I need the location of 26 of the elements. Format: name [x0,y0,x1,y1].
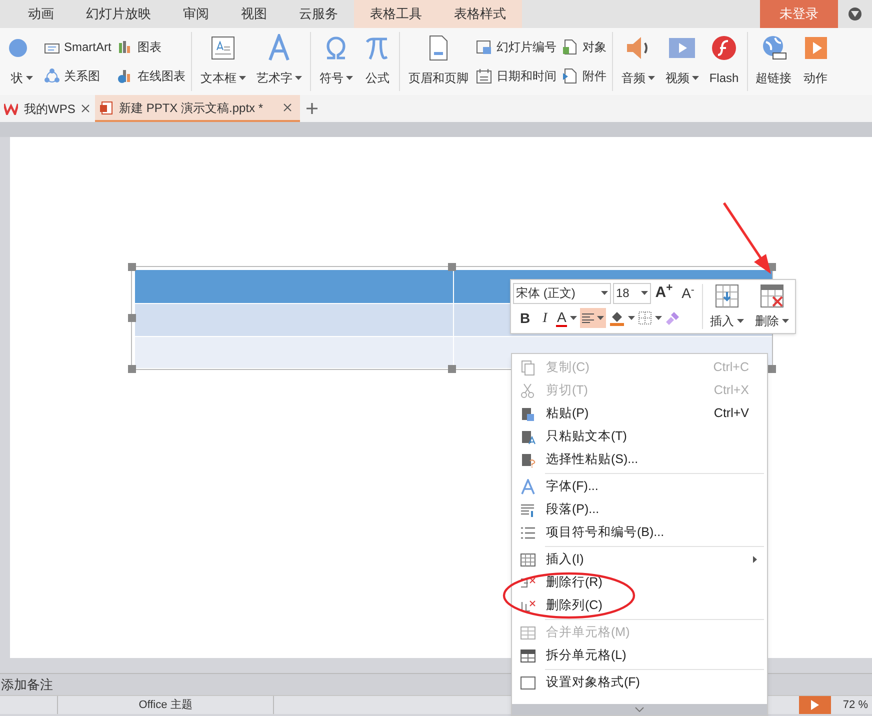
theme-label: Office 主题 [138,698,192,713]
shortcut-label: Ctrl+C [713,359,749,376]
button-label: 动作 [804,70,828,87]
button-label: 日期和时间 [496,68,556,86]
button-label: 幻灯片编号 [496,38,556,56]
button-label: 页眉和页脚 [408,70,468,87]
shortcut-label: Ctrl+V [714,405,749,422]
tab-label: 我的WPS [24,100,76,118]
button-label: 图表 [137,38,162,56]
button-label: 视频 [665,70,690,87]
button-label: 文本框 [200,70,236,87]
button-label: 符号 [319,70,344,87]
button-label: 对象 [582,38,606,56]
button-label: 在线图表 [137,68,186,86]
button-label: 附件 [582,68,606,86]
shortcut-label: Ctrl+X [714,382,749,400]
button-label: SmartArt [64,38,112,56]
button-label: 超链接 [756,70,792,87]
tab-label: 新建 PPTX 演示文稿.pptx * [119,100,264,116]
zoom-level: 72 % [842,698,868,713]
button-label: 状 [11,70,23,87]
button-label: 关系图 [64,68,100,86]
button-label: 公式 [365,70,390,87]
button-label: Flash [709,70,739,87]
button-label: 艺术字 [256,70,292,87]
button-label: 音频 [621,70,646,87]
